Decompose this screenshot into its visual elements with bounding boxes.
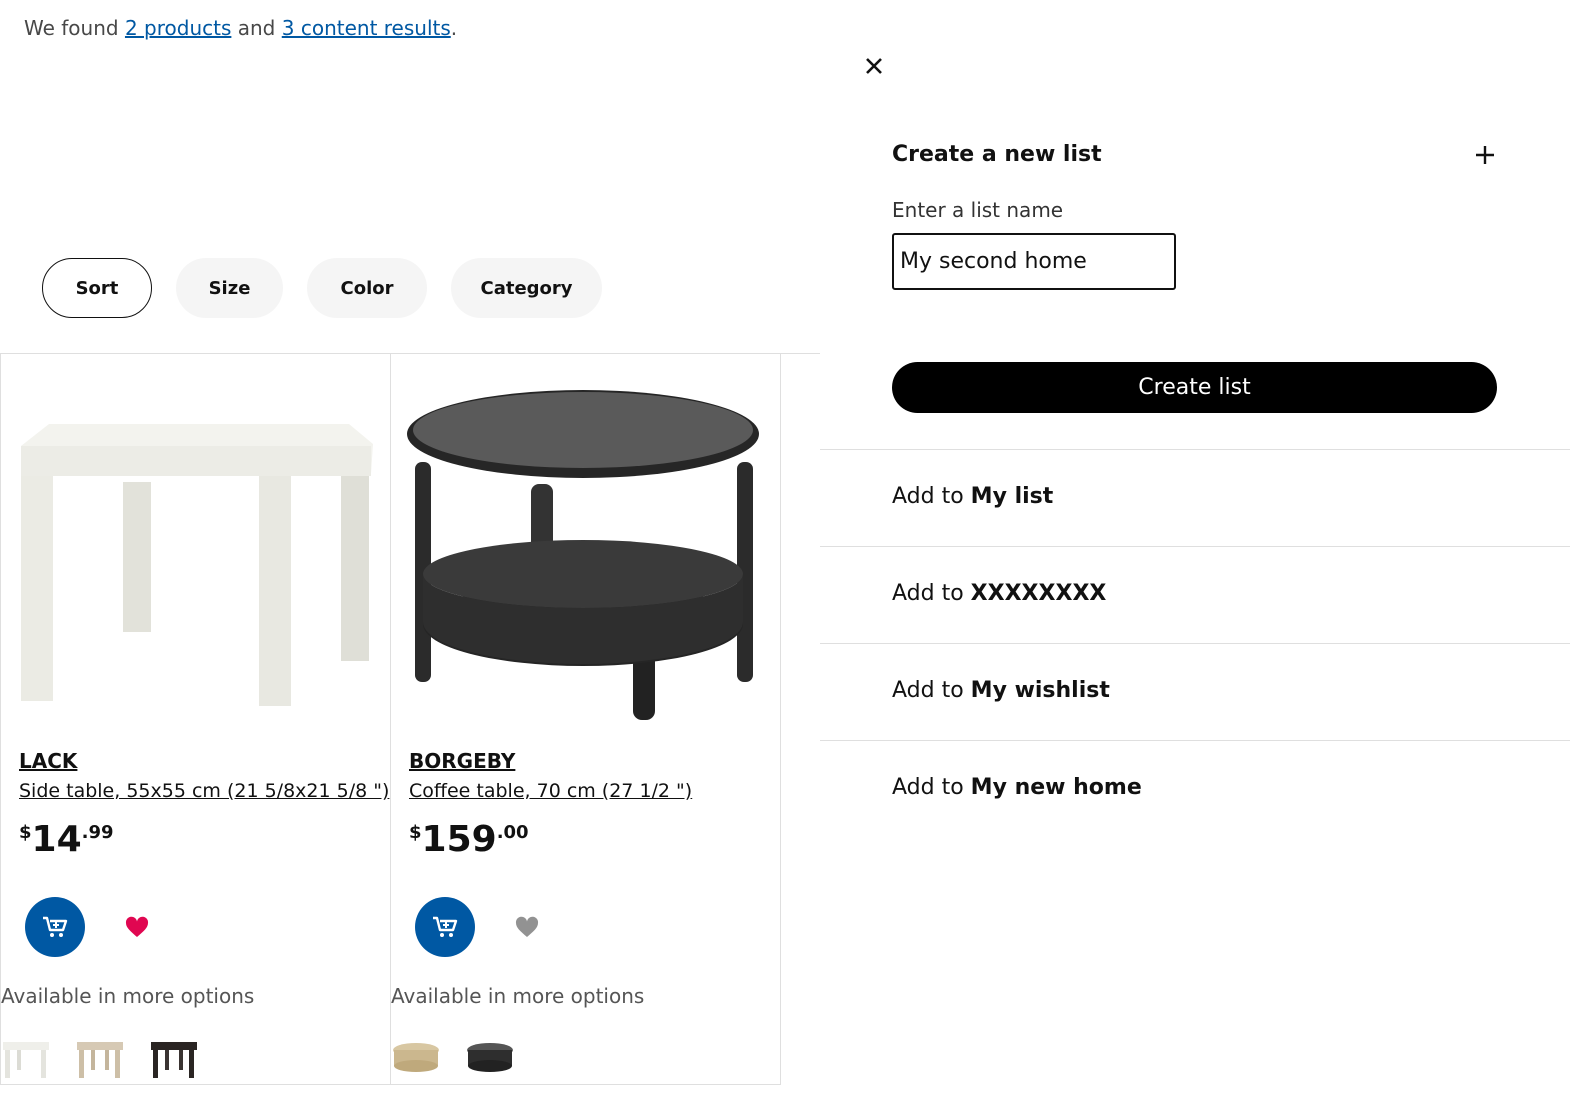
content-results-link[interactable]: 3 content results — [282, 16, 451, 40]
favorite-button[interactable] — [123, 914, 151, 940]
price-decimal: .99 — [81, 822, 114, 843]
price-integer: 14 — [31, 819, 82, 860]
cart-icon — [433, 916, 458, 937]
list-name-label: Enter a list name — [892, 198, 1064, 222]
product-name[interactable]: LACK — [19, 749, 77, 773]
add-to-list-item[interactable]: Add to My new home — [820, 740, 1570, 837]
close-icon — [866, 58, 882, 74]
price-integer: 159 — [421, 819, 497, 860]
category-filter-button[interactable]: Category — [451, 258, 602, 318]
add-to-list-label: Add to My wishlist — [892, 678, 1110, 703]
list-name: My list — [970, 484, 1054, 509]
sort-button[interactable]: Sort — [42, 258, 152, 318]
create-list-button[interactable]: Create list — [892, 362, 1497, 413]
create-list-heading: Create a new list — [892, 142, 1102, 167]
heart-outline-icon — [515, 916, 539, 937]
borgeby-coffee-table-image[interactable] — [401, 384, 771, 724]
add-to-list-label: Add to My list — [892, 484, 1054, 509]
size-filter-button[interactable]: Size — [176, 258, 283, 318]
variant-oak-thumbnail[interactable] — [75, 1036, 125, 1080]
product-name[interactable]: BORGEBY — [409, 749, 515, 773]
more-options-text: Available in more options — [391, 984, 645, 1008]
add-to-list-label: Add to XXXXXXXX — [892, 581, 1107, 606]
variant-birch-thumbnail[interactable] — [391, 1036, 441, 1080]
variant-white-thumbnail[interactable] — [1, 1036, 51, 1080]
cart-icon — [43, 916, 68, 937]
more-options-text: Available in more options — [1, 984, 255, 1008]
product-price: $ 159 .00 — [409, 818, 529, 862]
add-to-list-label: Add to My new home — [892, 775, 1142, 800]
filter-bar: Sort Size Color Category — [42, 258, 602, 318]
variant-thumbnails — [391, 1036, 515, 1080]
results-summary: We found 2 products and 3 content result… — [24, 16, 457, 40]
list-name: My new home — [970, 775, 1142, 800]
product-card-borgeby: BORGEBY Coffee table, 70 cm (27 1/2 ") $… — [390, 354, 781, 1085]
add-to-list-item[interactable]: Add to XXXXXXXX — [820, 546, 1570, 643]
close-panel-button[interactable] — [860, 52, 888, 80]
price-currency: $ — [19, 822, 32, 843]
summary-prefix: We found — [24, 16, 119, 40]
list-name: XXXXXXXX — [970, 581, 1107, 606]
add-to-cart-button[interactable] — [415, 897, 475, 957]
list-name-input[interactable] — [892, 233, 1176, 290]
product-card-lack: LACK Side table, 55x55 cm (21 5/8x21 5/8… — [0, 354, 391, 1085]
summary-suffix: . — [450, 16, 458, 40]
product-description[interactable]: Coffee table, 70 cm (27 1/2 ") — [409, 780, 692, 802]
price-currency: $ — [409, 822, 422, 843]
variant-thumbnails — [1, 1036, 199, 1080]
toggle-create-list-button[interactable] — [1470, 140, 1500, 170]
heart-filled-icon — [125, 916, 149, 937]
save-to-list-panel: Create a new list Enter a list name Crea… — [820, 0, 1570, 1105]
variant-black-brown-thumbnail[interactable] — [149, 1036, 199, 1080]
add-to-list-item[interactable]: Add to My wishlist — [820, 643, 1570, 740]
price-decimal: .00 — [496, 822, 529, 843]
summary-mid: and — [237, 16, 276, 40]
product-description[interactable]: Side table, 55x55 cm (21 5/8x21 5/8 ") — [19, 780, 389, 802]
add-to-list-item[interactable]: Add to My list — [820, 449, 1570, 546]
variant-black-thumbnail[interactable] — [465, 1036, 515, 1080]
favorite-button[interactable] — [513, 914, 541, 940]
list-name: My wishlist — [970, 678, 1110, 703]
add-to-cart-button[interactable] — [25, 897, 85, 957]
products-link[interactable]: 2 products — [125, 16, 231, 40]
product-price: $ 14 .99 — [19, 818, 114, 862]
plus-icon — [1476, 146, 1494, 164]
lack-side-table-image[interactable] — [11, 384, 381, 724]
color-filter-button[interactable]: Color — [307, 258, 427, 318]
